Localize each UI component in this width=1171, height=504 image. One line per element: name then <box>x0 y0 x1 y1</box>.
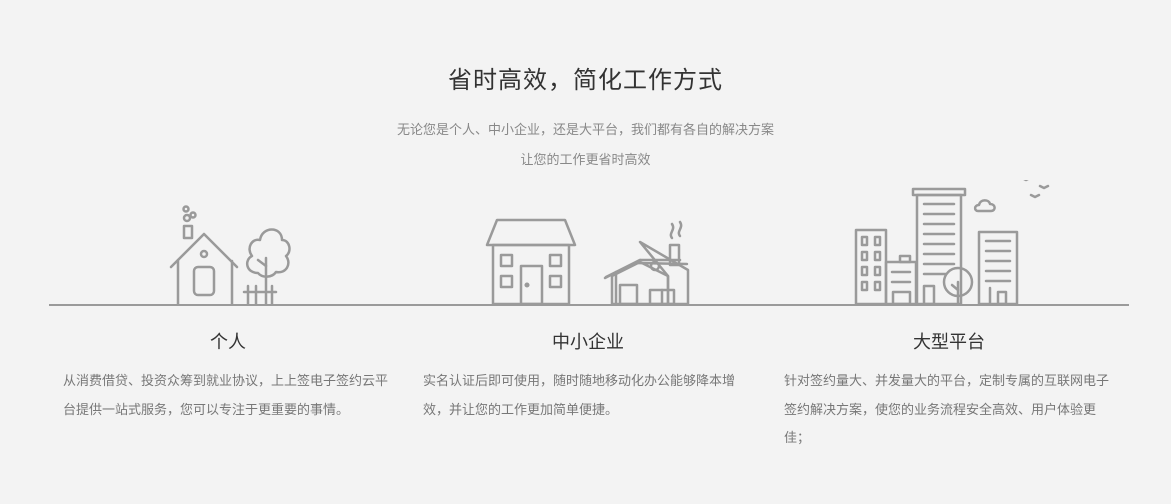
page-heading: 省时高效，简化工作方式 <box>448 66 723 94</box>
column-description: 实名认证后即可使用，随时随地移动化办公能够降本增效，并让您的工作更加简单便捷。 <box>423 374 736 418</box>
column-title: 个人 <box>210 332 246 353</box>
city-buildings-icon <box>854 180 1050 306</box>
illustration-strip <box>169 180 1050 306</box>
column-enterprise: 大型平台 针对签约量大、并发量大的平台，定制专属的互联网电子签约解决方案，使您的… <box>784 328 1114 454</box>
subtitle-line-2: 让您的工作更省时高效 <box>520 153 651 168</box>
column-title: 中小企业 <box>552 332 624 353</box>
column-title: 大型平台 <box>913 332 985 353</box>
column-sme: 中小企业 实名认证后即可使用，随时随地移动化办公能够降本增效，并让您的工作更加简… <box>423 328 753 425</box>
subtitle-line-1: 无论您是个人、中小企业，还是大平台，我们都有各自的解决方案 <box>396 123 774 138</box>
house-icon <box>169 205 291 306</box>
ground-line <box>49 304 1129 306</box>
column-description: 针对签约量大、并发量大的平台，定制专属的互联网电子签约解决方案，使您的业务流程安… <box>784 374 1110 446</box>
shop-icon <box>485 218 690 306</box>
column-description: 从消费借贷、投资众筹到就业协议，上上签电子签约云平台提供一站式服务，您可以专注于… <box>63 374 389 418</box>
column-individual: 个人 从消费借贷、投资众筹到就业协议，上上签电子签约云平台提供一站式服务，您可以… <box>63 328 393 425</box>
